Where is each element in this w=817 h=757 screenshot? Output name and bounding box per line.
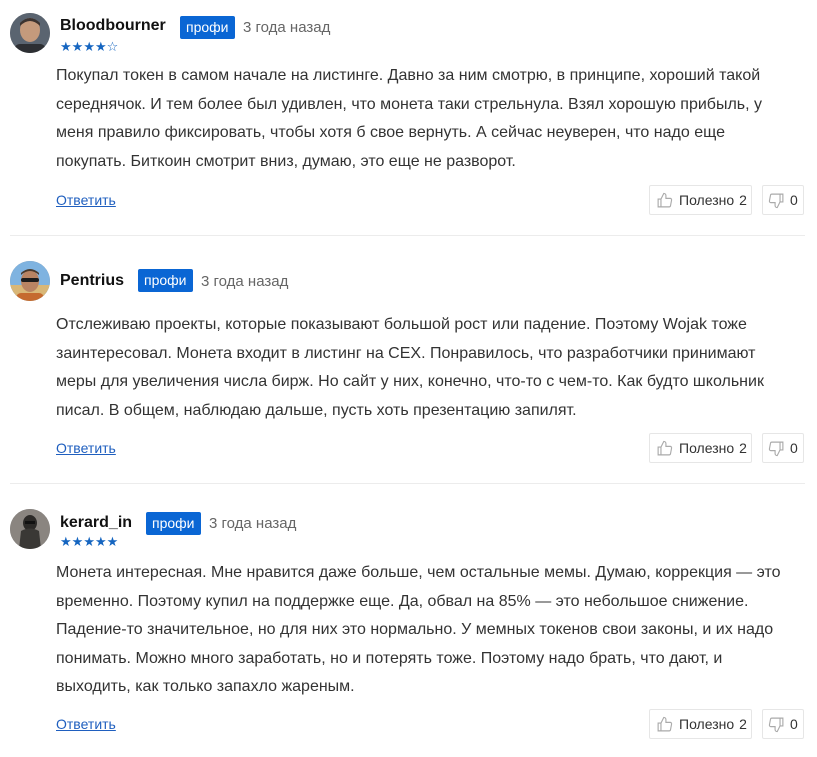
useful-button[interactable]: Полезно 2 bbox=[649, 709, 752, 739]
review-text: Покупал токен в самом начале на листинге… bbox=[56, 67, 763, 170]
useful-button[interactable]: Полезно 2 bbox=[649, 185, 752, 215]
thumbs-down-icon bbox=[768, 716, 785, 733]
dislike-button[interactable]: 0 bbox=[762, 709, 804, 739]
reply-link[interactable]: Ответить bbox=[56, 440, 116, 456]
author-name[interactable]: Bloodbourner bbox=[60, 17, 166, 35]
author-name[interactable]: Pentrius bbox=[60, 272, 124, 290]
useful-count: 2 bbox=[739, 192, 747, 208]
avatar[interactable] bbox=[10, 261, 50, 301]
dislike-count: 0 bbox=[790, 192, 798, 208]
review-text: Отслеживаю проекты, которые показывают б… bbox=[56, 316, 764, 419]
useful-label: Полезно bbox=[679, 440, 735, 456]
dislike-count: 0 bbox=[790, 716, 798, 732]
timestamp: 3 года назад bbox=[209, 515, 297, 532]
pro-badge: профи bbox=[146, 512, 201, 535]
dislike-button[interactable]: 0 bbox=[762, 185, 804, 215]
star-icon: ★ bbox=[83, 534, 95, 549]
thumbs-up-icon bbox=[656, 440, 673, 457]
star-icon: ★ bbox=[71, 534, 84, 549]
pro-badge: профи bbox=[138, 269, 193, 292]
useful-count: 2 bbox=[739, 440, 747, 456]
useful-button[interactable]: Полезно 2 bbox=[649, 433, 752, 463]
review-text: Монета интересная. Мне нравится даже бол… bbox=[56, 564, 781, 695]
useful-label: Полезно bbox=[679, 192, 735, 208]
divider bbox=[10, 483, 805, 484]
timestamp: 3 года назад bbox=[201, 273, 289, 290]
rating-stars: ★★★★★ bbox=[60, 535, 118, 548]
star-icon: ★ bbox=[106, 534, 119, 549]
star-icon: ★ bbox=[94, 39, 107, 54]
dislike-count: 0 bbox=[790, 440, 798, 456]
pro-badge: профи bbox=[180, 16, 235, 39]
reply-link[interactable]: Ответить bbox=[56, 716, 116, 732]
reply-link[interactable]: Ответить bbox=[56, 192, 116, 208]
author-name[interactable]: kerard_in bbox=[60, 514, 132, 532]
thumbs-down-icon bbox=[768, 440, 785, 457]
star-icon: ★ bbox=[60, 534, 72, 549]
star-icon: ★ bbox=[60, 39, 72, 54]
thumbs-up-icon bbox=[656, 192, 673, 209]
rating-stars: ★★★★☆ bbox=[60, 40, 118, 53]
star-icon: ★ bbox=[71, 39, 84, 54]
divider bbox=[10, 235, 805, 236]
star-empty-icon: ☆ bbox=[106, 39, 119, 54]
avatar[interactable] bbox=[10, 509, 50, 549]
thumbs-down-icon bbox=[768, 192, 785, 209]
dislike-button[interactable]: 0 bbox=[762, 433, 804, 463]
useful-label: Полезно bbox=[679, 716, 735, 732]
timestamp: 3 года назад bbox=[243, 19, 331, 36]
useful-count: 2 bbox=[739, 716, 747, 732]
star-icon: ★ bbox=[83, 39, 95, 54]
thumbs-up-icon bbox=[656, 716, 673, 733]
avatar[interactable] bbox=[10, 13, 50, 53]
star-icon: ★ bbox=[94, 534, 107, 549]
